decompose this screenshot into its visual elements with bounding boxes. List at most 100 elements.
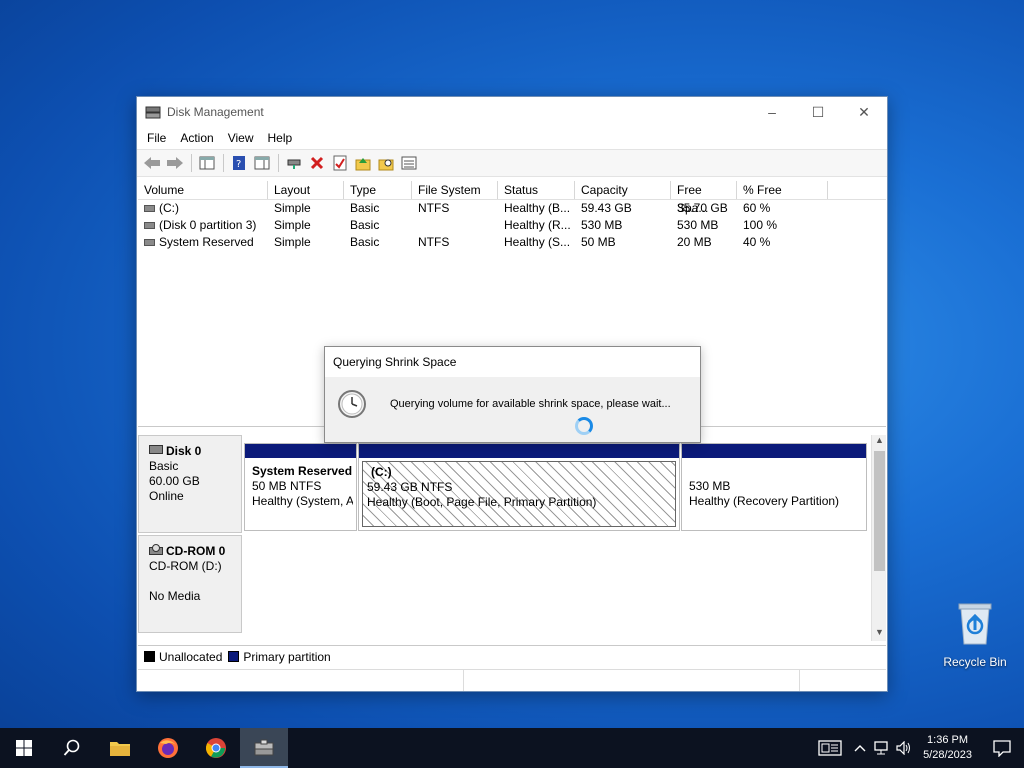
legend-primary-swatch (228, 651, 240, 662)
volume-row-partition-3[interactable]: (Disk 0 partition 3) Simple Basic Health… (138, 217, 886, 234)
partition-recovery[interactable]: 530 MB Healthy (Recovery Partition) (681, 443, 867, 531)
minimize-button[interactable]: – (749, 97, 795, 127)
delete-button[interactable] (306, 152, 328, 174)
status-bar-section (464, 670, 800, 691)
partition-title: (C:) (371, 465, 392, 479)
back-arrow-icon (144, 157, 160, 169)
search-folder-button[interactable] (375, 152, 397, 174)
legend-primary-label: Primary partition (243, 649, 331, 664)
properties-pane-button[interactable] (251, 152, 273, 174)
menu-file[interactable]: File (141, 131, 172, 145)
disk-drive-icon (149, 445, 163, 454)
scroll-up-arrow-icon[interactable]: ▲ (872, 435, 887, 449)
toolbar: ? (137, 149, 887, 177)
disk-name: Disk 0 (166, 444, 202, 458)
menu-action[interactable]: Action (174, 131, 219, 145)
percent-free-cell: 100 % (743, 218, 778, 232)
title-bar[interactable]: Disk Management – ☐ ✕ (137, 97, 887, 127)
column-header-status[interactable]: Status (498, 181, 575, 199)
scrollbar-thumb[interactable] (874, 451, 885, 571)
help-button[interactable]: ? (228, 152, 250, 174)
partition-header-bar (359, 444, 679, 458)
cdrom-0-label[interactable]: CD-ROM 0 CD-ROM (D:) No Media (138, 535, 242, 633)
list-view-icon (401, 156, 417, 170)
partition-title (689, 464, 859, 479)
forward-button[interactable] (164, 152, 186, 174)
dialog-title[interactable]: Querying Shrink Space (325, 347, 700, 377)
partition-header-bar (245, 444, 356, 458)
column-header-percent-free[interactable]: % Free (737, 181, 828, 199)
chevron-up-icon (854, 745, 866, 752)
status-bar-section (800, 670, 886, 691)
partition-body: 530 MB Healthy (Recovery Partition) (685, 461, 863, 527)
partition-body: (C:) 59.43 GB NTFS Healthy (Boot, Page F… (362, 461, 676, 527)
close-button[interactable]: ✕ (841, 97, 887, 127)
partition-c[interactable]: (C:) 59.43 GB NTFS Healthy (Boot, Page F… (358, 443, 680, 531)
taskbar-chrome[interactable] (192, 728, 240, 768)
column-header-file-system[interactable]: File System (412, 181, 498, 199)
free-space-cell: 530 MB (677, 218, 719, 232)
column-header-type[interactable]: Type (344, 181, 412, 199)
partition-system-reserved[interactable]: System Reserved 50 MB NTFS Healthy (Syst… (244, 443, 357, 531)
taskbar-file-explorer[interactable] (96, 728, 144, 768)
back-button[interactable] (141, 152, 163, 174)
delete-x-icon (310, 156, 324, 170)
dialog-message: Querying volume for available shrink spa… (390, 398, 671, 410)
taskbar-clock[interactable]: 1:36 PM 5/28/2023 (915, 733, 980, 763)
notification-icon (993, 740, 1011, 757)
maximize-button[interactable]: ☐ (795, 97, 841, 127)
search-button[interactable] (48, 728, 96, 768)
import-button[interactable] (352, 152, 374, 174)
speaker-icon (896, 741, 911, 755)
clock-time: 1:36 PM (927, 734, 969, 746)
volume-row-c[interactable]: (C:) Simple Basic NTFS Healthy (B... 59.… (138, 200, 886, 217)
volume-name: System Reserved (159, 235, 254, 249)
network-icon (874, 741, 888, 755)
disk-0-label[interactable]: Disk 0 Basic 60.00 GB Online (138, 435, 242, 533)
windows-logo-icon (16, 740, 32, 756)
partition-status: Healthy (System, A (252, 494, 353, 508)
show-hide-console-tree-button[interactable] (196, 152, 218, 174)
disk-pane-scrollbar[interactable]: ▲ ▼ (871, 435, 886, 641)
file-system-cell: NTFS (418, 235, 450, 249)
column-header-layout[interactable]: Layout (268, 181, 344, 199)
notifications-button[interactable] (980, 739, 1024, 757)
scroll-down-arrow-icon[interactable]: ▼ (872, 627, 887, 641)
disk-state: Online (149, 489, 184, 503)
window-title: Disk Management (167, 105, 264, 119)
menu-view[interactable]: View (222, 131, 260, 145)
system-tray: 1:36 PM 5/28/2023 (811, 728, 1024, 768)
loading-spinner-icon (575, 417, 593, 435)
volume-button[interactable] (893, 741, 915, 755)
pane-icon (254, 156, 270, 170)
console-tree-icon (199, 156, 215, 170)
network-button[interactable] (871, 741, 893, 755)
recycle-bin-desktop-icon[interactable]: Recycle Bin (938, 600, 1012, 669)
news-widget-button[interactable] (811, 740, 849, 756)
help-book-icon: ? (233, 156, 245, 170)
disk-graphical-pane: Disk 0 Basic 60.00 GB Online System Rese… (138, 435, 886, 641)
status-cell: Healthy (B... (504, 201, 571, 215)
file-system-cell (412, 217, 498, 234)
chrome-icon (205, 738, 226, 758)
news-icon (818, 740, 842, 756)
column-header-capacity[interactable]: Capacity (575, 181, 671, 199)
type-cell: Basic (350, 218, 380, 232)
free-space-cell: 20 MB (677, 235, 712, 249)
menu-help[interactable]: Help (262, 131, 299, 145)
column-header-free-space[interactable]: Free Spa... (671, 181, 737, 215)
details-view-button[interactable] (398, 152, 420, 174)
connect-button[interactable] (283, 152, 305, 174)
start-button[interactable] (0, 728, 48, 768)
volume-row-system-reserved[interactable]: System Reserved Simple Basic NTFS Health… (138, 234, 886, 251)
taskbar-firefox[interactable] (144, 728, 192, 768)
type-cell: Basic (350, 201, 380, 215)
volume-cell: (Disk 0 partition 3) (138, 217, 268, 234)
capacity-cell: 530 MB (581, 218, 623, 232)
show-hidden-icons-button[interactable] (849, 744, 871, 752)
column-header-volume[interactable]: Volume (138, 181, 268, 199)
taskbar-disk-management[interactable] (240, 728, 288, 768)
checklist-button[interactable] (329, 152, 351, 174)
capacity-cell: 59.43 GB (581, 201, 632, 215)
legend-unallocated-swatch (144, 651, 155, 662)
